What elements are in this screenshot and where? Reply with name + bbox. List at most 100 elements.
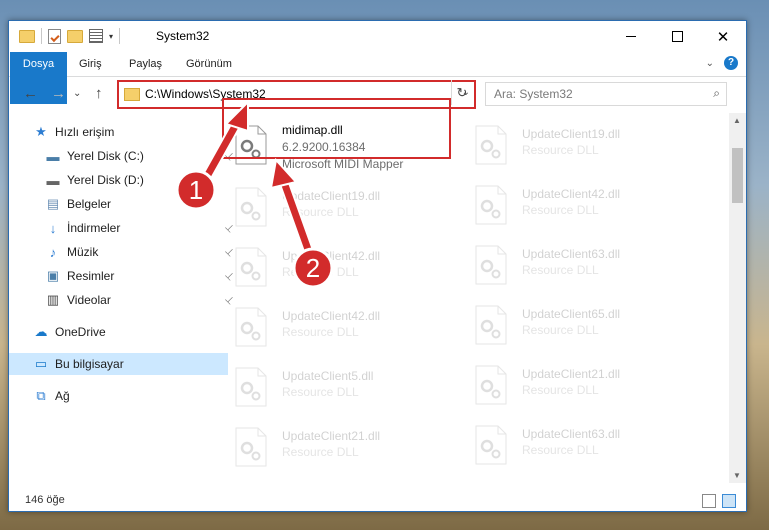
sidebar-item-downloads[interactable]: ↓ İndirmeler ⊥ (9, 217, 240, 239)
file-name: UpdateClient63.dll (522, 247, 621, 261)
file-name: UpdateClient21.dll (522, 367, 621, 381)
back-button[interactable]: ← (23, 85, 38, 102)
file-type: Resource DLL (522, 383, 599, 397)
downloads-icon: ↓ (49, 220, 57, 236)
sidebar-item-label: Ağ (55, 389, 70, 403)
status-bar: 146 öğe (9, 489, 746, 511)
ribbon-expand-icon[interactable]: ⌄ (706, 58, 714, 69)
sidebar-item-documents[interactable]: ▤ Belgeler (9, 193, 240, 215)
file-type: Resource DLL (282, 445, 359, 459)
dll-file-icon (235, 367, 267, 407)
details-icon[interactable] (89, 29, 103, 43)
drive-d-icon: ▬ (46, 172, 60, 188)
up-button[interactable]: ↑ (95, 85, 103, 102)
divider (41, 28, 42, 44)
dll-file-icon (475, 125, 507, 165)
file-name: UpdateClient42.dll (282, 249, 381, 263)
sidebar-item-network[interactable]: ⧉ Ağ (9, 385, 228, 407)
minimize-icon (626, 36, 636, 37)
dll-file-icon (235, 307, 267, 347)
file-item[interactable]: UpdateClient63.dll Resource DLL (474, 421, 674, 473)
tab-view[interactable]: Görünüm (186, 52, 232, 76)
file-item[interactable]: UpdateClient63.dll Resource DLL (474, 241, 674, 293)
documents-icon: ▤ (46, 196, 60, 211)
sidebar-item-onedrive[interactable]: ☁ OneDrive (9, 321, 228, 343)
explorer-window: ▾ System32 ✕ Dosya Giriş Paylaş Görünüm … (8, 20, 747, 512)
details-view-icon[interactable] (702, 494, 716, 508)
vertical-scrollbar[interactable]: ▲ ▼ (729, 113, 746, 483)
dll-file-icon (475, 245, 507, 285)
file-list: midimap.dll 6.2.9200.16384 Microsoft MID… (214, 113, 724, 483)
scroll-thumb[interactable] (732, 148, 743, 203)
sidebar-item-label: Belgeler (67, 197, 112, 211)
file-item[interactable]: UpdateClient65.dll Resource DLL (474, 301, 674, 353)
file-item[interactable]: UpdateClient42.dll Resource DLL (234, 303, 434, 355)
file-item[interactable]: UpdateClient19.dll Resource DLL (474, 121, 674, 173)
file-type: Resource DLL (282, 205, 359, 219)
sidebar-item-pictures[interactable]: ▣ Resimler ⊥ (9, 265, 240, 287)
folder-icon[interactable] (19, 29, 35, 43)
item-count: 146 öğe (25, 494, 65, 506)
scroll-down-icon[interactable]: ▼ (733, 471, 741, 480)
properties-check-icon[interactable] (48, 28, 61, 44)
sidebar-item-drive-c[interactable]: ▬ Yerel Disk (C:) ⊥ (9, 145, 240, 167)
file-name: UpdateClient5.dll (282, 369, 374, 383)
new-folder-icon[interactable] (67, 29, 83, 43)
file-name: UpdateClient19.dll (522, 127, 621, 141)
file-type: Resource DLL (282, 325, 359, 339)
sidebar-item-videos[interactable]: ▥ Videolar ⊥ (9, 289, 240, 311)
forward-button[interactable]: → (51, 85, 66, 102)
quick-access-toolbar: ▾ (19, 28, 121, 44)
sidebar-item-drive-d[interactable]: ▬ Yerel Disk (D:) (9, 169, 240, 191)
file-item[interactable]: UpdateClient21.dll Resource DLL (234, 423, 434, 475)
highlighted-file-box (222, 98, 451, 159)
dll-file-icon (235, 427, 267, 467)
file-item[interactable]: UpdateClient21.dll Resource DLL (474, 361, 674, 413)
file-name: UpdateClient42.dll (282, 309, 381, 323)
dll-file-icon (235, 187, 267, 227)
sidebar-item-label: Müzik (67, 245, 99, 259)
search-box[interactable]: Ara: System32 ⌕ (485, 82, 727, 106)
file-type: Resource DLL (522, 263, 599, 277)
sidebar-item-star[interactable]: ★ Hızlı erişim (9, 121, 228, 143)
tab-home[interactable]: Giriş (79, 52, 102, 76)
file-name: UpdateClient63.dll (522, 427, 621, 441)
file-item[interactable]: UpdateClient5.dll Resource DLL (234, 363, 434, 415)
file-type: Resource DLL (282, 265, 359, 279)
window-title: System32 (156, 29, 210, 43)
file-item[interactable]: UpdateClient42.dll Resource DLL (474, 181, 674, 233)
file-type: Resource DLL (282, 385, 359, 399)
sidebar-item-this-pc[interactable]: ▭ Bu bilgisayar (9, 353, 228, 375)
videos-icon: ▥ (46, 292, 60, 307)
refresh-button[interactable]: ↻ (451, 80, 472, 105)
title-bar: ▾ System32 ✕ (9, 21, 746, 52)
sidebar-item-label: Yerel Disk (D:) (67, 173, 144, 187)
dll-file-icon (475, 365, 507, 405)
pictures-icon: ▣ (46, 268, 60, 283)
folder-icon (124, 88, 140, 101)
close-button[interactable]: ✕ (700, 21, 746, 52)
sidebar-item-label: Yerel Disk (C:) (67, 149, 144, 163)
file-item[interactable]: UpdateClient42.dll Resource DLL (234, 243, 434, 295)
onedrive-icon: ☁ (34, 324, 48, 339)
file-item[interactable]: UpdateClient19.dll Resource DLL (234, 183, 434, 235)
sidebar-item-music[interactable]: ♪ Müzik ⊥ (9, 241, 240, 263)
help-icon[interactable]: ? (724, 56, 738, 70)
recent-locations-button[interactable]: ⌄ (73, 88, 81, 99)
file-name: UpdateClient19.dll (282, 189, 381, 203)
large-icons-view-icon[interactable] (722, 494, 736, 508)
tab-share[interactable]: Paylaş (129, 52, 162, 76)
search-icon[interactable]: ⌕ (713, 86, 720, 101)
dll-file-icon (475, 185, 507, 225)
dll-file-icon (235, 247, 267, 287)
sidebar-item-label: Hızlı erişim (55, 125, 115, 139)
navigation-pane: ★ Hızlı erişim ▬ Yerel Disk (C:) ⊥ ▬ Yerel Dis… (9, 113, 237, 483)
sidebar-item-label: OneDrive (55, 325, 106, 339)
search-input[interactable]: Ara: System32 (494, 87, 573, 101)
qat-dropdown-icon[interactable]: ▾ (109, 32, 113, 41)
minimize-button[interactable] (608, 21, 654, 52)
scroll-up-icon[interactable]: ▲ (733, 116, 741, 125)
file-type: Resource DLL (522, 443, 599, 457)
maximize-button[interactable] (654, 21, 700, 52)
dll-file-icon (475, 305, 507, 345)
